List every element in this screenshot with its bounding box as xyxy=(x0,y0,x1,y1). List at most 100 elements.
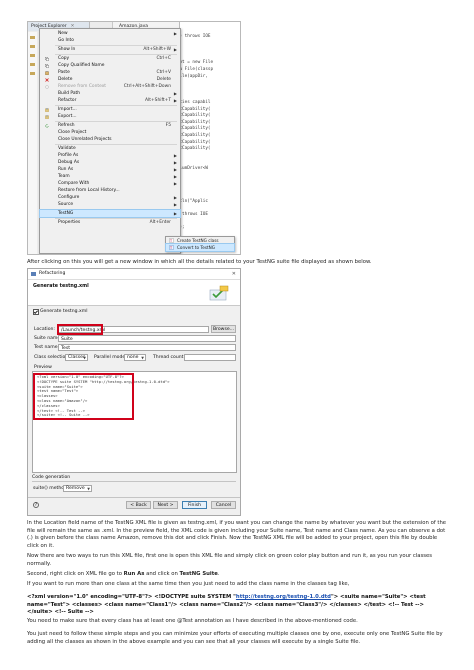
suite-name-field[interactable]: Suite xyxy=(58,335,236,342)
submenu-item-label: Convert to TestNG xyxy=(177,245,216,250)
menu-item-copy[interactable]: Copy Ctrl+C xyxy=(40,55,180,62)
chevron-down-icon: ▼ xyxy=(83,356,86,360)
menu-item-label: Run As xyxy=(58,167,74,172)
xml-example: <?xml version="1.0" encoding="UTF-8"?> <… xyxy=(27,594,426,615)
chevron-right-icon: ▶ xyxy=(173,98,177,103)
eclipse-context-menu-screenshot: Project Explorer✕ Amazon.java oid Launch… xyxy=(27,21,241,255)
submenu-item-label: Create TestNG class xyxy=(177,238,219,243)
menu-item-compare-with[interactable]: Compare With ▶ xyxy=(40,180,180,187)
window-icon xyxy=(31,272,36,276)
preview-label: Preview xyxy=(34,365,52,370)
menu-item-show-in[interactable]: Show In Alt+Shift+W ▶ xyxy=(40,46,180,53)
dialog-window-title: Refactoring xyxy=(39,271,66,276)
finish-button[interactable]: Finish xyxy=(182,501,207,509)
preview-highlight-box xyxy=(33,373,134,420)
menu-item-label: Export... xyxy=(58,114,77,119)
menu-item-import[interactable]: Import... xyxy=(40,106,180,113)
menu-item-validate[interactable]: Validate xyxy=(40,145,180,152)
submenu-item-create-testng-class[interactable]: T Create TestNG class xyxy=(166,237,234,244)
thread-count-field[interactable] xyxy=(184,354,236,361)
menu-item-label: Remove from Context xyxy=(58,84,107,89)
class-selection-dropdown[interactable]: Classes ▼ xyxy=(65,354,88,361)
chevron-down-icon: ▼ xyxy=(87,487,90,491)
next-button[interactable]: Next > xyxy=(153,501,178,509)
menu-item-label: Close Project xyxy=(58,130,87,135)
menu-item-remove-from-context[interactable]: Remove from Context Ctrl+Alt+Shift+Down xyxy=(40,83,180,90)
chevron-right-icon: ▶ xyxy=(173,195,177,200)
menu-item-refresh[interactable]: Refresh F5 xyxy=(40,122,180,129)
menu-item-accelerator: F5 xyxy=(165,123,171,128)
context-menu: New ▶ Go Into Show In Alt+Shift+W ▶ Copy Ctrl+C… xyxy=(39,28,181,254)
menu-item-new[interactable]: New ▶ xyxy=(40,30,180,37)
thread-count-label: Thread count: xyxy=(153,355,186,360)
chevron-right-icon: ▶ xyxy=(173,174,177,179)
chevron-right-icon: ▶ xyxy=(173,167,177,172)
generate-testng-label: Generate testng.xml xyxy=(40,309,88,314)
menu-item-accelerator: Delete xyxy=(156,77,171,82)
refactoring-dialog-screenshot: Refactoring ✕ Generate testng.xml Genera… xyxy=(27,268,241,516)
test-name-field[interactable]: Test xyxy=(58,344,236,351)
menu-item-restore-from-local-history[interactable]: Restore from Local History... xyxy=(40,187,180,194)
menu-item-label: TestNG xyxy=(58,211,74,216)
paragraph-multiple-classes: If you want to run more than one class a… xyxy=(27,581,350,587)
project-tree xyxy=(28,32,37,254)
menu-item-paste[interactable]: Paste Ctrl+V xyxy=(40,69,180,76)
generate-testng-checkbox[interactable] xyxy=(33,309,39,315)
submenu-item-convert-to-testng[interactable]: T Convert to TestNG xyxy=(165,243,235,252)
paragraph-run-as: Second, right click on XML file go to Ru… xyxy=(27,571,220,577)
back-button[interactable]: < Back xyxy=(126,501,151,509)
export-icon xyxy=(45,114,49,119)
menu-item-label: Refactor xyxy=(58,98,77,103)
menu-item-configure[interactable]: Configure ▶ xyxy=(40,194,180,201)
menu-item-run-as[interactable]: Run As ▶ xyxy=(40,166,180,173)
code-generation-label: Code generation xyxy=(32,475,71,480)
menu-item-testng[interactable]: TestNG ▶ xyxy=(39,209,181,218)
menu-item-label: Paste xyxy=(58,70,70,75)
menu-item-copy-qualified-name[interactable]: Copy Qualified Name xyxy=(40,62,180,69)
wizard-banner-icon xyxy=(209,285,229,301)
menu-item-label: Import... xyxy=(58,107,77,112)
menu-item-build-path[interactable]: Build Path ▶ xyxy=(40,90,180,97)
chevron-down-icon: ▼ xyxy=(141,356,144,360)
menu-item-label: Build Path xyxy=(58,91,81,96)
menu-item-source[interactable]: Source ▶ xyxy=(40,201,180,208)
menu-item-team[interactable]: Team ▶ xyxy=(40,173,180,180)
menu-item-label: Restore from Local History... xyxy=(58,188,120,193)
parallel-mode-dropdown[interactable]: none ▼ xyxy=(124,354,146,361)
paragraph-intro: After clicking on this you will get a ne… xyxy=(27,259,372,265)
menu-item-refactor[interactable]: Refactor Alt+Shift+T ▶ xyxy=(40,97,180,104)
menu-item-label: Source xyxy=(58,202,74,207)
chevron-right-icon: ▶ xyxy=(173,202,177,207)
menu-item-label: Compare With xyxy=(58,181,90,186)
menu-item-close-project[interactable]: Close Project xyxy=(40,129,180,136)
group-divider xyxy=(32,481,236,482)
remove-icon xyxy=(45,84,49,89)
menu-item-label: Close Unrelated Projects xyxy=(58,137,112,142)
menu-item-accelerator: Alt+Enter xyxy=(149,220,171,225)
location-label: Location: xyxy=(34,327,55,332)
menu-item-label: Debug As xyxy=(58,160,80,165)
suite-methods-dropdown[interactable]: Remove ▼ xyxy=(63,485,92,492)
help-icon[interactable]: ? xyxy=(33,502,39,508)
menu-item-close-unrelated-projects[interactable]: Close Unrelated Projects xyxy=(40,136,180,143)
menu-item-label: Profile As xyxy=(58,153,79,158)
paragraph-location-explanation: In the Location field name of the TestNG… xyxy=(27,520,447,549)
folder-icon xyxy=(30,72,35,75)
dialog-header: Generate testng.xml xyxy=(28,280,240,306)
folder-icon xyxy=(30,36,35,39)
parallel-mode-label: Parallel mode: xyxy=(94,355,127,360)
menu-item-debug-as[interactable]: Debug As ▶ xyxy=(40,159,180,166)
menu-item-go-into[interactable]: Go Into xyxy=(40,37,180,44)
run-as-text: Run As xyxy=(123,571,145,577)
close-icon[interactable]: ✕ xyxy=(232,269,236,279)
menu-item-accelerator: Ctrl+C xyxy=(156,56,171,61)
refresh-icon xyxy=(45,123,49,128)
menu-item-properties[interactable]: Properties Alt+Enter xyxy=(40,219,180,226)
menu-item-delete[interactable]: Delete Delete xyxy=(40,76,180,83)
testng-dtd-link[interactable]: http://testng.org/testng-1.0.dtd xyxy=(236,594,331,600)
cancel-button[interactable]: Cancel xyxy=(211,501,236,509)
menu-item-profile-as[interactable]: Profile As ▶ xyxy=(40,152,180,159)
browse-button[interactable]: Browse... xyxy=(211,325,236,333)
menu-item-export[interactable]: Export... xyxy=(40,113,180,120)
testng-suite-text: TestNG Suite xyxy=(179,571,218,577)
